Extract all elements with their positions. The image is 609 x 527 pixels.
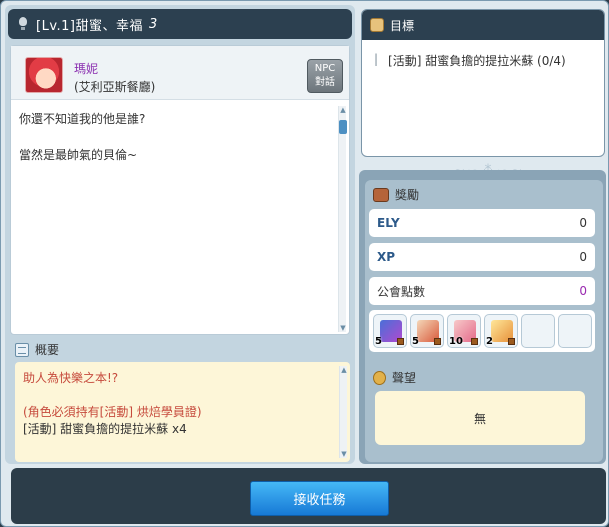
npc-dialog-panel: 瑪妮 (艾利亞斯餐廳) NPC 對話 你還不知道我的他是誰? 當然是最帥氣的貝倫… — [10, 45, 350, 335]
reward-guild-label: 公會點數 — [377, 284, 426, 299]
goal-item-text: [活動] 甜蜜負擔的提拉米蘇 (0/4) — [388, 54, 566, 68]
reward-ely-value: 0 — [579, 216, 587, 230]
npc-header: 瑪妮 (艾利亞斯餐廳) NPC 對話 — [11, 46, 349, 100]
lightbulb-icon — [18, 17, 28, 31]
fame-label: 聲望 — [392, 371, 417, 385]
reward-item-qty: 5 — [375, 336, 382, 347]
goal-panel: 目標 | [活動] 甜蜜負擔的提拉米蘇 (0/4) — [361, 9, 605, 157]
reward-xp-label: XP — [377, 250, 396, 264]
reward-item-row: 5 5 10 2 — [369, 310, 595, 352]
scroll-down-arrow-icon[interactable]: ▼ — [340, 450, 348, 458]
goal-bullet: | — [374, 52, 379, 66]
dialog-line: 當然是最帥氣的貝倫~ — [19, 148, 138, 162]
reward-header: 獎勵 — [373, 186, 419, 203]
goal-item: | [活動] 甜蜜負擔的提拉米蘇 (0/4) — [362, 40, 604, 69]
reward-ely-label: ELY — [377, 216, 400, 230]
quest-right-column: 目標 | [活動] 甜蜜負擔的提拉米蘇 (0/4) ~∽⁂∽~ 獎勵 ELY 0… — [359, 5, 606, 464]
reward-item-slot[interactable]: 10 — [447, 314, 481, 348]
summary-line-2: (角色必須持有[活動] 烘焙學員證) — [23, 405, 202, 419]
dialog-text: 你還不知道我的他是誰? 當然是最帥氣的貝倫~ — [19, 110, 329, 182]
summary-header: 概要 — [15, 341, 59, 358]
reward-label: 獎勵 — [395, 188, 420, 202]
quest-title-bar: [Lv.1]甜蜜、幸福 3 — [8, 9, 352, 39]
dialog-line: 你還不知道我的他是誰? — [19, 112, 146, 126]
npc-talk-button[interactable]: NPC 對話 — [307, 59, 343, 93]
summary-line-3: [活動] 甜蜜負擔的提拉米蘇 x4 — [23, 422, 187, 436]
dialog-scrollbar[interactable]: ▲ ▼ — [338, 106, 347, 332]
scroll-down-arrow-icon[interactable]: ▼ — [339, 324, 347, 332]
goal-label: 目標 — [390, 18, 415, 33]
quest-window: [Lv.1]甜蜜、幸福 3 瑪妮 (艾利亞斯餐廳) NPC 對話 你還不知道我的… — [0, 0, 609, 527]
accept-quest-button[interactable]: 接收任務 — [250, 481, 389, 516]
reward-item-slot[interactable]: 5 — [410, 314, 444, 348]
summary-label: 概要 — [35, 343, 60, 357]
npc-talk-label-1: NPC — [314, 63, 336, 74]
reward-panel: 獎勵 ELY 0 XP 0 公會點數 0 5 5 10 2 聲望 無 — [365, 180, 603, 462]
quest-number: 3 — [148, 16, 158, 32]
summary-scrollbar[interactable]: ▲ ▼ — [339, 366, 347, 458]
npc-avatar — [25, 57, 63, 93]
goal-header: 目標 — [362, 10, 604, 40]
reward-row-ely: ELY 0 — [369, 209, 595, 237]
reward-row-xp: XP 0 — [369, 243, 595, 271]
quest-title: [Lv.1]甜蜜、幸福 — [36, 18, 143, 34]
medal-icon — [373, 370, 386, 385]
summary-panel: 助人為快樂之本!? (角色必須持有[活動] 烘焙學員證) [活動] 甜蜜負擔的提… — [15, 362, 350, 462]
reward-guild-value: 0 — [579, 284, 587, 298]
npc-location: (艾利亞斯餐廳) — [74, 80, 156, 94]
reward-item-slot-empty[interactable] — [521, 314, 555, 348]
scroll-up-arrow-icon[interactable]: ▲ — [340, 366, 348, 374]
summary-text: 助人為快樂之本!? (角色必須持有[活動] 烘焙學員證) [活動] 甜蜜負擔的提… — [23, 370, 202, 438]
lock-icon — [471, 338, 478, 345]
lock-icon — [434, 338, 441, 345]
npc-talk-label-2: 對話 — [315, 77, 335, 88]
fame-value: 無 — [473, 411, 486, 426]
summary-line-1: 助人為快樂之本!? — [23, 371, 119, 385]
npc-name: 瑪妮 — [74, 62, 99, 76]
quest-left-column: [Lv.1]甜蜜、幸福 3 瑪妮 (艾利亞斯餐廳) NPC 對話 你還不知道我的… — [5, 5, 355, 464]
fame-box: 無 — [375, 391, 585, 445]
reward-item-qty: 5 — [412, 336, 419, 347]
reward-item-slot[interactable]: 2 — [484, 314, 518, 348]
reward-row-guild-points: 公會點數 0 — [369, 277, 595, 305]
reward-item-qty: 2 — [486, 336, 493, 347]
scroll-up-arrow-icon[interactable]: ▲ — [339, 106, 347, 114]
reward-xp-value: 0 — [579, 250, 587, 264]
fame-header: 聲望 — [373, 369, 416, 386]
reward-item-qty: 10 — [449, 336, 463, 347]
lock-icon — [397, 338, 404, 345]
lock-icon — [508, 338, 515, 345]
scroll-icon — [370, 18, 384, 32]
treasure-chest-icon — [373, 187, 389, 202]
scroll-thumb[interactable] — [339, 120, 347, 134]
document-icon — [15, 342, 29, 357]
reward-item-slot[interactable]: 5 — [373, 314, 407, 348]
reward-item-slot-empty[interactable] — [558, 314, 592, 348]
